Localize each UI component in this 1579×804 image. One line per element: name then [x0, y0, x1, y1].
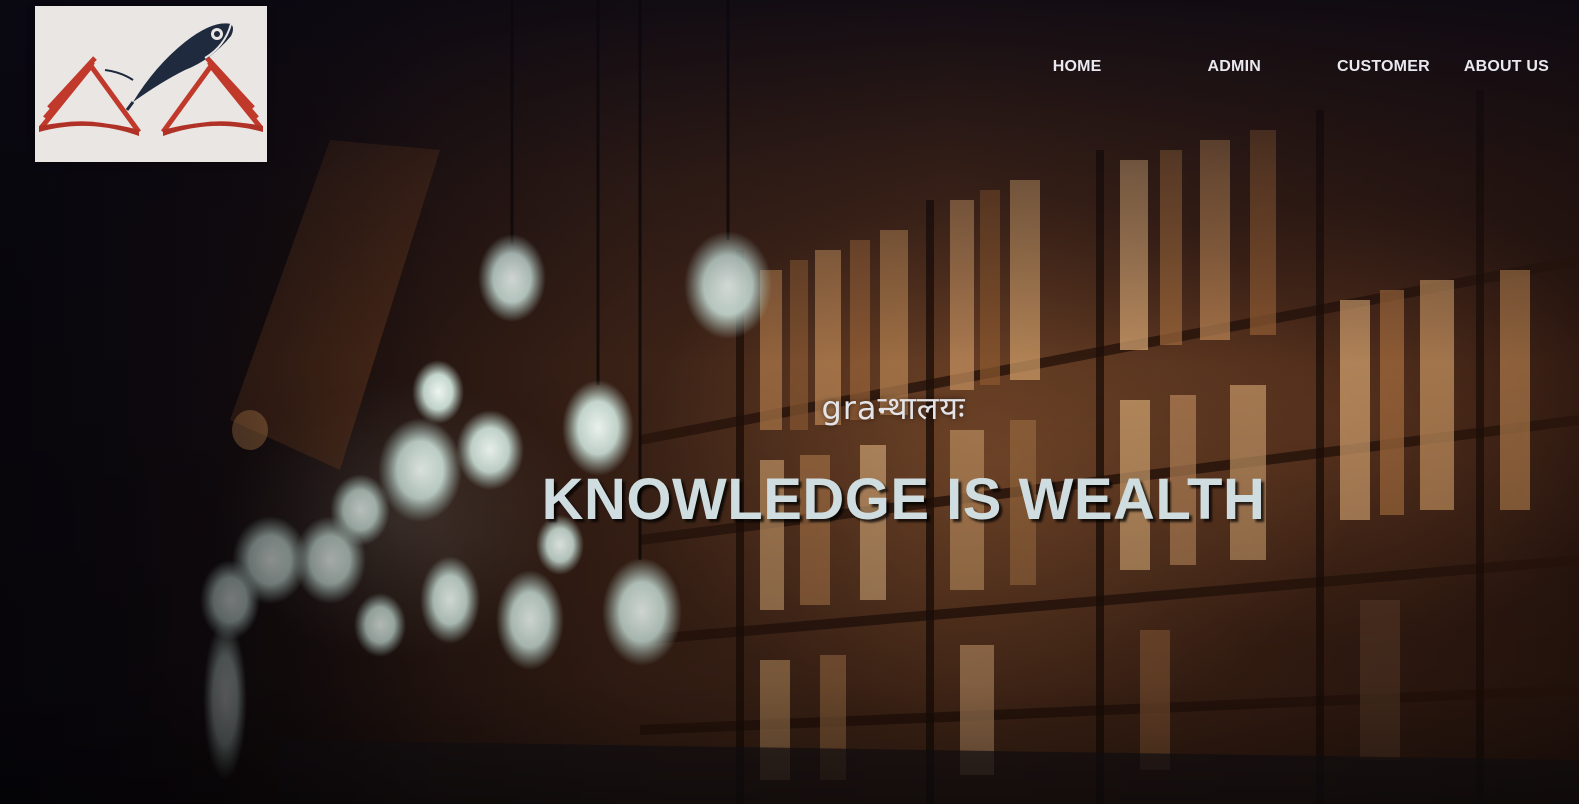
main-nav: HOME ADMIN CUSTOMER ABOUT US	[1053, 58, 1549, 76]
nav-admin-link[interactable]: ADMIN	[1208, 58, 1261, 76]
hero-tagline: graन्थालयः	[821, 389, 966, 427]
nav-about-us-link[interactable]: ABOUT US	[1464, 58, 1549, 76]
nav-home-link[interactable]: HOME	[1053, 58, 1102, 76]
hero-headline: KNOWLEDGE IS WEALTH	[541, 467, 1266, 532]
nav-customer-link[interactable]: CUSTOMER	[1337, 58, 1430, 76]
page: HOME ADMIN CUSTOMER ABOUT US graन्थालयः …	[0, 0, 1579, 804]
open-book-quill-icon	[39, 23, 263, 136]
site-logo[interactable]	[35, 6, 267, 162]
